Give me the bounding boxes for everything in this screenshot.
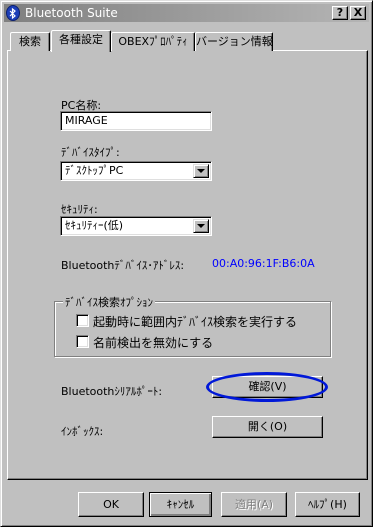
device-type-select[interactable]: ﾃﾞｽｸﾄｯﾌﾟPC — [60, 161, 212, 181]
help-title-button[interactable]: ? — [332, 6, 348, 20]
checkbox-disable-name-discovery[interactable] — [76, 335, 89, 348]
tab-settings[interactable]: 各種設定 — [51, 30, 111, 52]
cancel-button[interactable]: ｷｬﾝｾﾙ — [149, 492, 212, 517]
serial-port-label: Bluetoothｼﾘｱﾙﾎﾟｰﾄ: — [61, 385, 163, 398]
confirm-serial-port-button[interactable]: 確認(V) — [212, 376, 323, 398]
title-bar[interactable]: Bluetooth Suite ? X — [4, 4, 369, 22]
ok-button[interactable]: OK — [78, 492, 144, 517]
chevron-down-icon[interactable] — [193, 219, 209, 233]
checkbox-search-on-startup-label[interactable]: 起動時に範囲内ﾃﾞﾊﾞｲｽ検索を実行する — [93, 313, 297, 330]
close-title-button[interactable]: X — [350, 6, 366, 20]
window-title: Bluetooth Suite — [25, 6, 118, 20]
open-inbox-button[interactable]: 開く(O) — [212, 416, 323, 438]
device-type-label: ﾃﾞﾊﾞｲｽﾀｲﾌﾟ: — [61, 146, 120, 159]
tab-version-info[interactable]: バージョン情報 — [195, 32, 273, 51]
bluetooth-suite-dialog: Bluetooth Suite ? X 検索 各種設定 OBEXﾌﾟﾛﾊﾟﾃｨ … — [0, 0, 373, 527]
device-type-value: ﾃﾞｽｸﾄｯﾌﾟPC — [65, 164, 124, 177]
address-label: Bluetoothﾃﾞﾊﾞｲｽ･ｱﾄﾞﾚｽ: — [61, 259, 185, 272]
apply-button[interactable]: 適用(A) — [221, 492, 287, 517]
group-title: ﾃﾞﾊﾞｲｽ検索ｵﾌﾟｼｮﾝ — [63, 294, 155, 310]
inbox-label: ｲﾝﾎﾞｯｸｽ: — [61, 425, 104, 438]
pc-name-input[interactable]: MIRAGE — [60, 111, 212, 131]
security-select[interactable]: ｾｷｭﾘﾃｨｰ(低) — [60, 216, 212, 236]
checkbox-disable-name-discovery-label[interactable]: 名前検出を無効にする — [93, 334, 213, 351]
tab-search[interactable]: 検索 — [10, 32, 50, 51]
chevron-down-icon[interactable] — [193, 164, 209, 178]
bluetooth-icon — [6, 5, 20, 21]
help-button[interactable]: ﾍﾙﾌﾟ(H) — [295, 492, 360, 517]
checkbox-search-on-startup[interactable] — [76, 314, 89, 327]
security-label: ｾｷｭﾘﾃｨ: — [61, 203, 98, 216]
address-value: 00:A0:96:1F:B6:0A — [212, 257, 315, 270]
security-value: ｾｷｭﾘﾃｨｰ(低) — [65, 219, 124, 232]
tab-obex-properties[interactable]: OBEXﾌﾟﾛﾊﾟﾃｨ — [111, 32, 195, 51]
